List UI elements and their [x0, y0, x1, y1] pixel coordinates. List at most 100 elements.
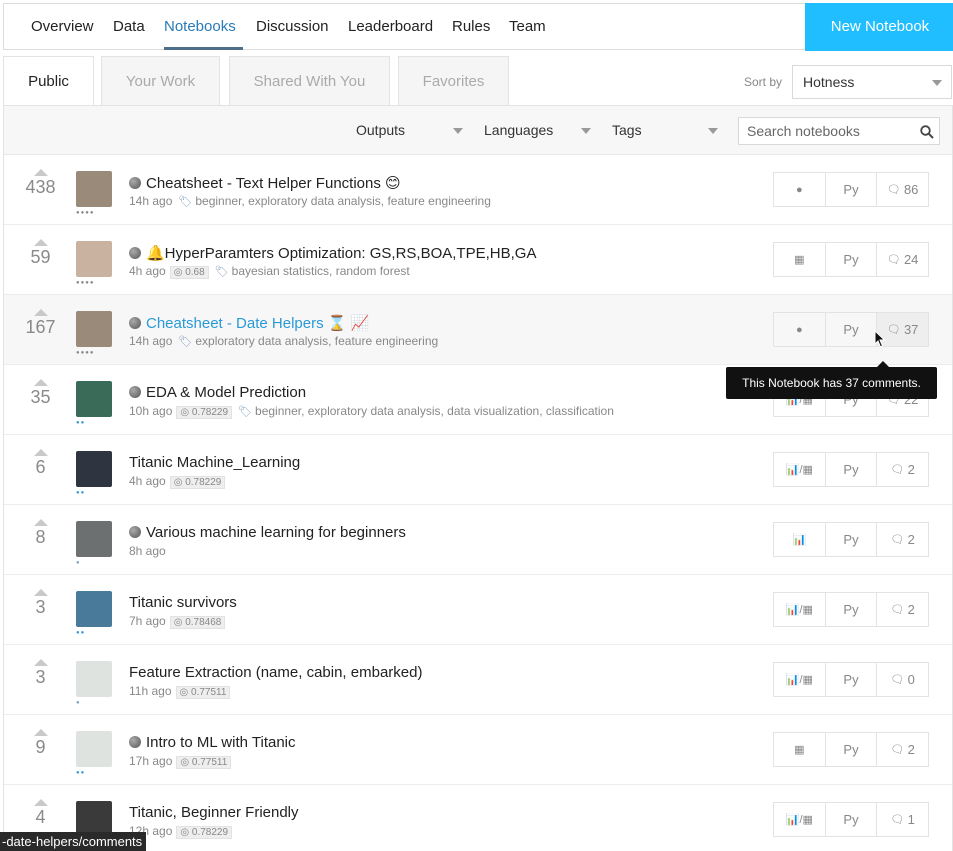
notebook-title[interactable]: Feature Extraction (name, cabin, embarke…: [129, 664, 422, 681]
language-cell[interactable]: Py: [826, 453, 878, 486]
output-type-cell[interactable]: ▦: [774, 733, 826, 766]
avatar[interactable]: [76, 451, 112, 487]
tab-shared-with-you[interactable]: Shared With You: [229, 56, 390, 106]
notebook-title[interactable]: Intro to ML with Titanic: [129, 734, 296, 751]
tab-favorites[interactable]: Favorites: [398, 56, 509, 106]
notebook-row[interactable]: 167 ●●●● Cheatsheet - Date Helpers ⌛ 📈 1…: [4, 295, 952, 365]
output-type-cell[interactable]: 📊/▦: [774, 593, 826, 626]
upvote-icon[interactable]: [33, 519, 48, 526]
sort-select[interactable]: Hotness: [792, 65, 952, 99]
upvote-icon[interactable]: [33, 379, 48, 386]
language-cell[interactable]: Py: [826, 173, 878, 206]
avatar[interactable]: [76, 241, 112, 277]
notebook-row[interactable]: 3 ●● Titanic survivors 7h ago ◎ 0.78468 📊…: [4, 575, 952, 645]
notebook-tags[interactable]: bayesian statistics, random forest: [232, 264, 410, 278]
notebook-tabs: Public Your Work Shared With You Favorit…: [3, 56, 953, 107]
new-notebook-button[interactable]: New Notebook: [805, 3, 953, 51]
avatar[interactable]: [76, 311, 112, 347]
language-cell[interactable]: Py: [826, 663, 878, 696]
nav-leaderboard[interactable]: Leaderboard: [348, 18, 433, 35]
notebook-title[interactable]: Various machine learning for beginners: [129, 524, 406, 541]
search-icon[interactable]: [920, 125, 934, 139]
language-cell[interactable]: Py: [826, 733, 878, 766]
output-type-cell[interactable]: ●: [774, 313, 826, 346]
output-type-cell[interactable]: 📊/▦: [774, 453, 826, 486]
languages-filter[interactable]: Languages: [484, 122, 553, 138]
avatar[interactable]: [76, 381, 112, 417]
nav-data[interactable]: Data: [113, 18, 145, 35]
avatar[interactable]: [76, 591, 112, 627]
tier-dots: ●●●●: [76, 280, 95, 286]
notebook-title[interactable]: Cheatsheet - Date Helpers ⌛ 📈: [129, 314, 369, 332]
language-cell[interactable]: Py: [826, 243, 878, 276]
language-cell[interactable]: Py: [826, 313, 878, 346]
notebook-row[interactable]: 3 ● Feature Extraction (name, cabin, emb…: [4, 645, 952, 715]
notebook-row[interactable]: 4 Titanic, Beginner Friendly 12h ago ◎ 0.…: [4, 785, 952, 851]
notebook-title[interactable]: Cheatsheet - Text Helper Functions 😊: [129, 174, 401, 192]
upvote-icon[interactable]: [33, 239, 48, 246]
nav-rules[interactable]: Rules: [452, 18, 490, 35]
notebook-title[interactable]: Titanic Machine_Learning: [129, 454, 300, 471]
nav-team[interactable]: Team: [509, 18, 546, 35]
notebook-row[interactable]: 59 ●●●● 🔔HyperParamters Optimization: GS…: [4, 225, 952, 295]
comments-cell[interactable]: 🗨 2: [877, 453, 928, 486]
output-type-cell[interactable]: 📊/▦: [774, 803, 826, 836]
notebook-stats: ● Py 🗨 37: [773, 312, 929, 347]
upvote-icon[interactable]: [33, 799, 48, 806]
output-type-cell[interactable]: ●: [774, 173, 826, 206]
avatar[interactable]: [76, 661, 112, 697]
outputs-filter[interactable]: Outputs: [356, 122, 405, 138]
comment-count: 2: [907, 462, 915, 477]
upvote-icon[interactable]: [33, 589, 48, 596]
upvote-icon[interactable]: [33, 659, 48, 666]
notebook-time: 4h ago: [129, 264, 166, 278]
comment-icon: 🗨: [886, 324, 904, 336]
notebook-row[interactable]: 9 ●● Intro to ML with Titanic 17h ago ◎ 0…: [4, 715, 952, 785]
output-type-cell[interactable]: 📊/▦: [774, 663, 826, 696]
language-cell[interactable]: Py: [826, 523, 878, 556]
upvote-icon[interactable]: [33, 309, 48, 316]
comments-cell[interactable]: 🗨 0: [877, 663, 928, 696]
comments-cell[interactable]: 🗨 2: [877, 593, 928, 626]
nav-overview[interactable]: Overview: [31, 18, 94, 35]
notebook-tags[interactable]: beginner, exploratory data analysis, fea…: [195, 194, 491, 208]
language-cell[interactable]: Py: [826, 593, 878, 626]
output-type-cell[interactable]: 📊: [774, 523, 826, 556]
notebook-meta: 14h ago 🏷 beginner, exploratory data analy…: [129, 194, 491, 208]
kernel-status-icon: [129, 386, 141, 398]
nav-notebooks[interactable]: Notebooks: [164, 18, 236, 35]
sort-value: Hotness: [803, 74, 855, 90]
target-icon: ◎: [173, 267, 186, 278]
notebook-title[interactable]: EDA & Model Prediction: [129, 384, 306, 401]
output-type-cell[interactable]: ▦: [774, 243, 826, 276]
upvote-icon[interactable]: [33, 449, 48, 456]
tab-public[interactable]: Public: [3, 56, 94, 107]
avatar[interactable]: [76, 171, 112, 207]
target-icon: ◎: [180, 827, 192, 838]
tier-dots: ●: [76, 560, 81, 566]
notebook-row[interactable]: 438 ●●●● Cheatsheet - Text Helper Functi…: [4, 155, 952, 225]
notebook-row[interactable]: 6 ●● Titanic Machine_Learning 4h ago ◎ 0.…: [4, 435, 952, 505]
upvote-icon[interactable]: [33, 169, 48, 176]
search-input[interactable]: [747, 118, 915, 144]
notebook-tags[interactable]: beginner, exploratory data analysis, dat…: [255, 404, 614, 418]
avatar[interactable]: [76, 731, 112, 767]
tab-your-work[interactable]: Your Work: [101, 56, 220, 106]
comments-cell[interactable]: 🗨 1: [877, 803, 928, 836]
avatar[interactable]: [76, 521, 112, 557]
upvote-icon[interactable]: [33, 729, 48, 736]
comments-cell[interactable]: 🗨 86: [877, 173, 928, 206]
comments-cell[interactable]: 🗨 2: [877, 523, 928, 556]
tags-filter[interactable]: Tags: [612, 122, 642, 138]
notebook-stats: 📊/▦ Py 🗨 2: [773, 592, 929, 627]
notebook-tags[interactable]: exploratory data analysis, feature engin…: [195, 334, 438, 348]
notebook-row[interactable]: 8 ● Various machine learning for beginne…: [4, 505, 952, 575]
comments-cell[interactable]: 🗨 2: [877, 733, 928, 766]
nav-discussion[interactable]: Discussion: [256, 18, 329, 35]
notebook-title[interactable]: Titanic survivors: [129, 594, 237, 611]
language-cell[interactable]: Py: [826, 803, 878, 836]
comment-icon: 🗨: [890, 674, 908, 686]
notebook-title[interactable]: Titanic, Beginner Friendly: [129, 804, 299, 821]
comments-cell[interactable]: 🗨 24: [877, 243, 928, 276]
notebook-title[interactable]: 🔔HyperParamters Optimization: GS,RS,BOA,…: [129, 244, 536, 262]
